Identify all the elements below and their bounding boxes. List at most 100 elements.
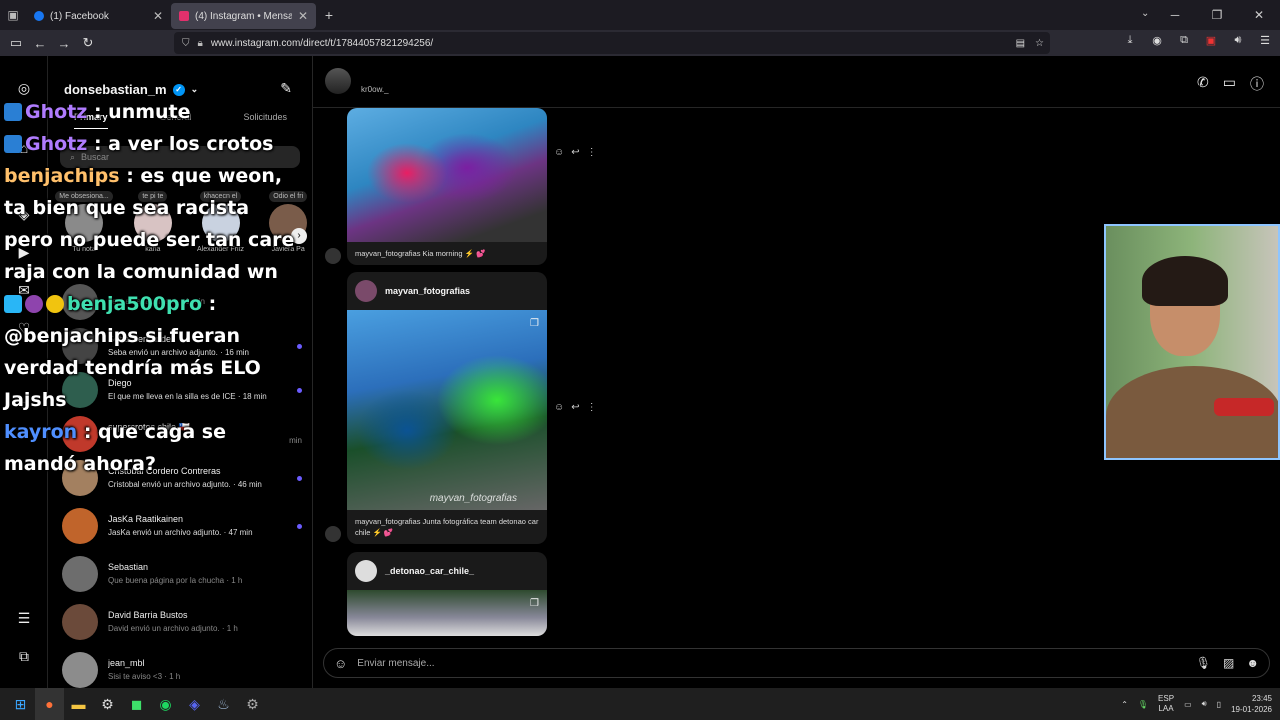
chevron-up-icon[interactable]: ⌃ [1121,700,1128,709]
conversation-preview: Cristobal envió un archivo adjunto. · 46… [108,480,262,489]
message-input[interactable]: Enviar mensaje... [357,658,434,669]
post-image[interactable] [347,108,547,242]
discord-icon[interactable]: ◈ [180,688,209,720]
badge-icon [4,295,22,313]
chat-username: kayron [4,421,78,443]
conversation-preview: JasKa envió un archivo adjunto. · 47 min [108,528,253,537]
more-options-icon[interactable]: ⋮ [587,147,597,158]
battery-icon[interactable]: ▯ [1217,700,1221,709]
post-image[interactable]: ❐ [347,590,547,636]
account-icon[interactable]: ◉ [1150,34,1164,47]
windows-start-icon[interactable]: ⊞ [6,688,35,720]
reply-icon[interactable]: ↩ [571,147,579,158]
reader-view-icon[interactable]: ▤ [1016,38,1025,49]
chat-username: benjachips [4,165,120,187]
tab-facebook[interactable]: (1) Facebook ✕ [26,3,171,29]
download-icon[interactable]: ⤓ [1123,34,1137,47]
tab-instagram[interactable]: (4) Instagram • Mensajes ✕ [171,3,316,29]
lock-icon[interactable]: 🔒︎ [198,38,203,49]
system-tray: ⌃ 🎙︎ ESP LAA ▭ 🔊︎ ▯ 23:45 19-01-2026 [1121,688,1272,720]
url-text[interactable]: www.instagram.com/direct/t/1784405782129… [211,38,433,49]
unread-dot [297,523,302,529]
microphone-tray-icon[interactable]: 🎙︎ [1138,700,1148,709]
sidebar-icon[interactable]: ▭ [4,31,28,55]
bookmark-star-icon[interactable]: ☆ [1035,38,1044,49]
emoji-react-icon[interactable]: ☺ [554,147,564,158]
list-item[interactable]: JasKa Raatikainen JasKa envió un archivo … [62,504,302,548]
inbox-header[interactable]: donsebastian_m ✓ ⌄ [64,82,198,97]
menu-icon[interactable]: ☰ [1258,34,1272,47]
microphone-icon[interactable]: 🎙︎ [1196,656,1211,670]
account-username[interactable]: donsebastian_m [64,82,167,97]
avatar [355,280,377,302]
steam-icon[interactable]: ♨ [209,688,238,720]
extensions-icon[interactable]: ⧉ [1177,34,1191,47]
volume-tray-icon[interactable]: 🔊︎ [1202,699,1207,709]
threads-icon[interactable]: ⧉ [15,648,33,666]
shared-post[interactable]: mayvan_fotografias Kia morning ⚡ 💕 [347,108,547,265]
minimize-icon[interactable]: ─ [1154,8,1196,22]
shield-icon[interactable]: ⛉ [182,38,190,49]
list-item[interactable]: Sebastian Que buena página por la chucha … [62,552,302,596]
avatar[interactable] [325,68,351,94]
phone-call-icon[interactable]: ✆ [1197,74,1209,94]
chat-message: Ghotz : unmute [4,96,304,128]
avatar [62,652,98,688]
firefox-icon[interactable]: ● [35,688,64,720]
instagram-icon [179,11,189,21]
url-bar[interactable]: ⛉ 🔒︎ www.instagram.com/direct/t/17844057… [174,32,1050,54]
list-item[interactable]: David Barria Bustos David envió un archiv… [62,600,302,644]
post-header[interactable]: _detonao_car_chile_ [347,552,547,590]
network-icon[interactable]: ▭ [1184,700,1192,709]
post-header[interactable]: mayvan_fotografias [347,272,547,310]
post-image[interactable]: ❐ mayvan_fotografias [347,310,547,510]
new-tab-button[interactable]: + [316,7,342,23]
forward-icon[interactable]: → [52,31,76,55]
conversation-preview: Que buena página por la chucha · 1 h [108,576,243,585]
settings-app-icon[interactable]: ⚙ [93,688,122,720]
shared-post[interactable]: _detonao_car_chile_ ❐ [347,552,547,636]
volume-icon[interactable]: 🔊︎ [1231,34,1245,47]
image-icon[interactable]: ▨ [1223,656,1234,670]
spotify-icon[interactable]: ◉ [151,688,180,720]
kick-icon[interactable]: ◼ [122,688,151,720]
sticker-icon[interactable]: ☻ [1246,656,1259,670]
conversation-name: jean_mbl [108,658,145,668]
contact-name[interactable]: kr0ow._ [361,85,389,94]
clock[interactable]: 23:45 19-01-2026 [1231,693,1272,715]
emoji-react-icon[interactable]: ☺ [554,402,564,413]
close-tab-icon[interactable]: ✕ [153,9,163,23]
carousel-icon: ❐ [530,598,539,609]
shared-post[interactable]: mayvan_fotografias ❐ mayvan_fotografias … [347,272,547,544]
language-indicator[interactable]: ESP LAA [1158,694,1174,714]
chat-message: Ghotz : a ver los crotos [4,128,304,160]
chat-message: benjachips : es que weon, ta bien que se… [4,160,304,288]
list-item[interactable]: jean_mbl Sisi te aviso <3 · 1 h [62,648,302,688]
chevron-down-icon[interactable]: ⌄ [1141,8,1149,19]
video-call-icon[interactable]: ▭ [1223,74,1236,94]
info-icon[interactable]: ⓘ [1250,74,1264,94]
file-explorer-icon[interactable]: ▬ [64,688,93,720]
close-tab-icon[interactable]: ✕ [298,9,308,23]
message-composer[interactable]: ☺ Enviar mensaje... 🎙︎ ▨ ☻ [323,648,1270,678]
more-menu-icon[interactable]: ☰ [15,610,33,628]
chevron-down-icon[interactable]: ⌄ [191,84,199,95]
emoji-icon[interactable]: ☺ [334,656,347,671]
chat-username: benja500pro [67,293,203,315]
more-options-icon[interactable]: ⋮ [587,402,597,413]
verified-badge-icon: ✓ [172,83,185,96]
addon-icon[interactable]: ▣ [1204,34,1218,47]
chat-username: Ghotz [25,133,88,155]
reload-icon[interactable]: ↻ [76,31,100,55]
compose-icon[interactable]: ✎ [280,80,292,97]
tab-list-icon[interactable]: ▣ [0,0,26,30]
back-icon[interactable]: ← [28,31,52,55]
maximize-icon[interactable]: ❐ [1196,8,1238,22]
avatar [325,526,341,542]
browser-tab-bar: ▣ (1) Facebook ✕ (4) Instagram • Mensaje… [0,0,1280,30]
post-author[interactable]: mayvan_fotografias [385,286,470,296]
post-author[interactable]: _detonao_car_chile_ [385,566,474,576]
close-window-icon[interactable]: ✕ [1238,8,1280,22]
reply-icon[interactable]: ↩ [571,402,579,413]
gear-icon[interactable]: ⚙ [238,688,267,720]
